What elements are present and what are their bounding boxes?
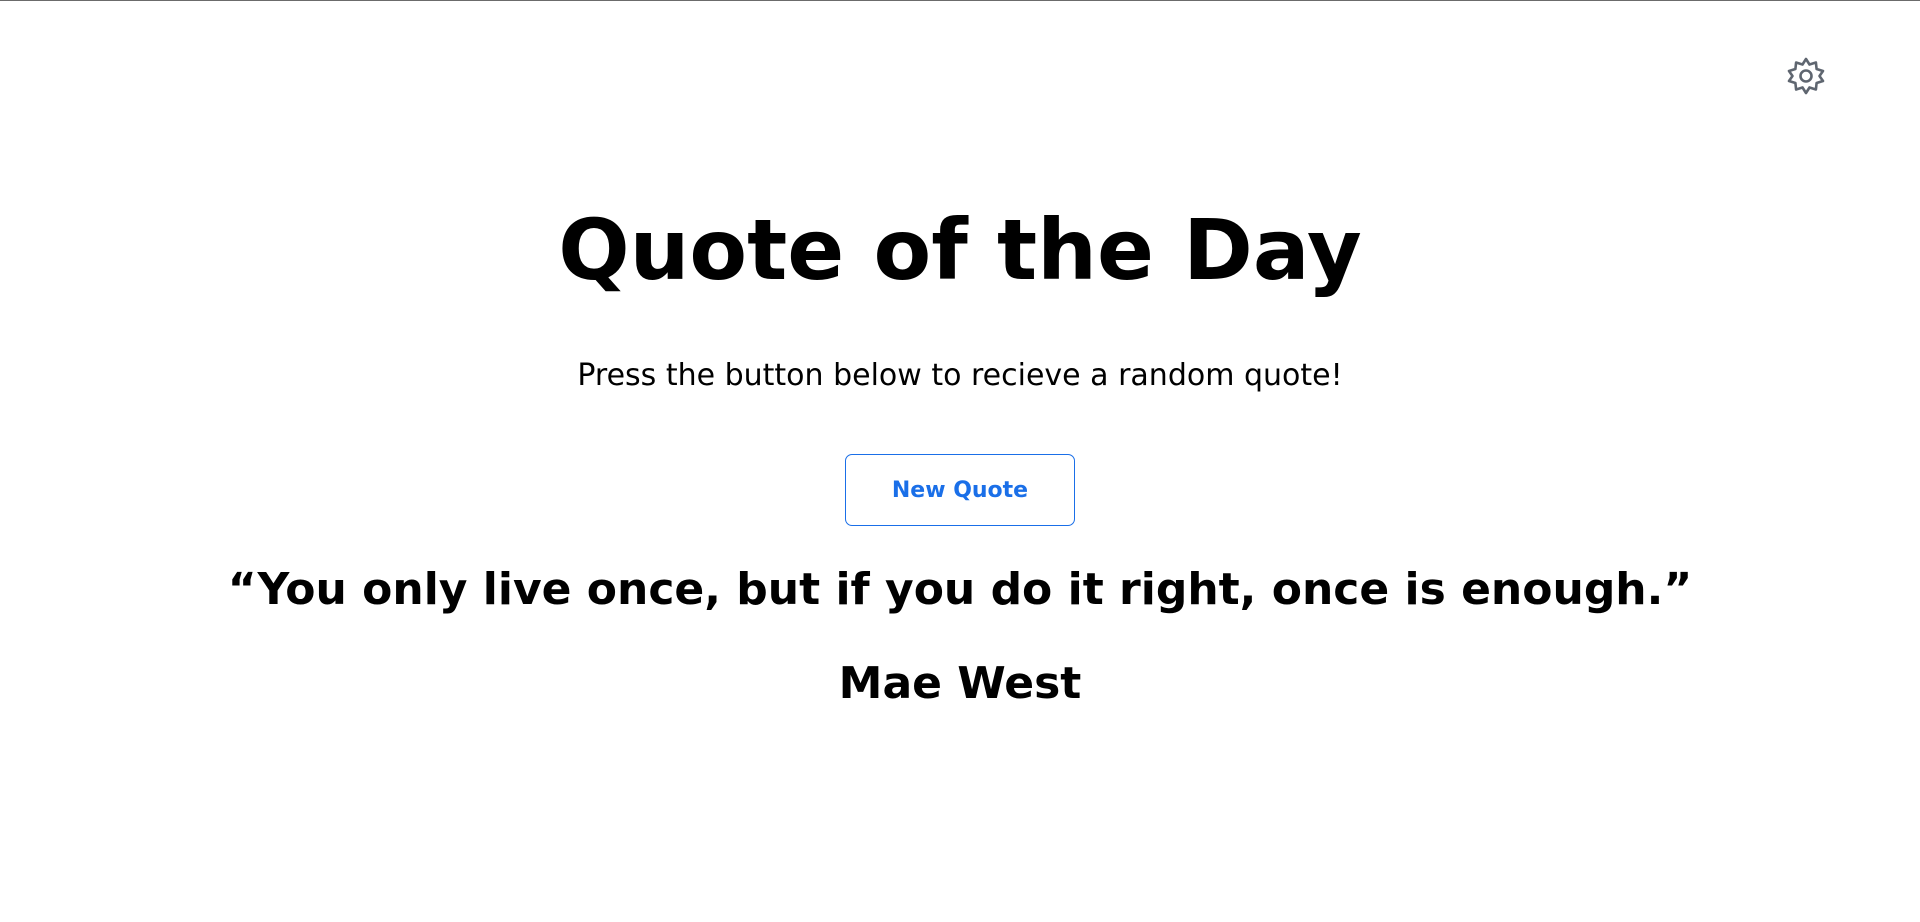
page-subtitle: Press the button below to recieve a rand… bbox=[577, 358, 1343, 393]
gear-icon bbox=[1786, 56, 1826, 99]
new-quote-button[interactable]: New Quote bbox=[845, 454, 1075, 526]
quote-author: Mae West bbox=[838, 658, 1082, 709]
settings-button[interactable] bbox=[1784, 55, 1828, 99]
page-title: Quote of the Day bbox=[558, 201, 1362, 299]
quote-text: “You only live once, but if you do it ri… bbox=[227, 564, 1693, 615]
window-top-border bbox=[0, 0, 1920, 1]
